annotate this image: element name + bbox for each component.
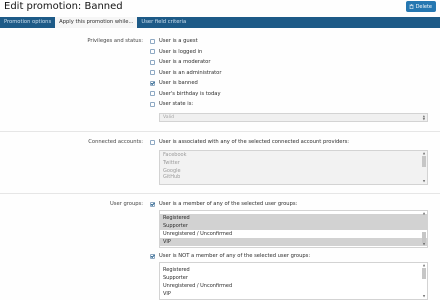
scroll-up-icon[interactable]: ▲: [422, 152, 426, 155]
administrator-checkbox[interactable]: [150, 70, 155, 75]
connected-accounts-checkbox-label: User is associated with any of the selec…: [159, 139, 350, 145]
list-item[interactable]: Google: [160, 167, 427, 175]
scroll-down-icon[interactable]: ▼: [422, 295, 426, 298]
list-item[interactable]: Twitter: [160, 159, 427, 167]
checkbox-row-user-state[interactable]: User state is:: [150, 100, 193, 108]
checkbox-row-member[interactable]: User is a member of any of the selected …: [150, 200, 297, 208]
user-state-select-value: Valid: [163, 115, 175, 120]
moderator-label: User is a moderator: [159, 59, 211, 65]
member-groups-listbox[interactable]: Registered Supporter Unregistered / Unco…: [159, 210, 428, 248]
providers-listbox[interactable]: Facebook Twitter Google GitHub ▲ ▼: [159, 150, 428, 185]
member-groups-scrollbar[interactable]: ▲ ▼: [422, 212, 426, 246]
logged-in-checkbox[interactable]: [150, 49, 155, 54]
checkbox-row-birthday[interactable]: User's birthday is today: [150, 90, 221, 98]
list-item[interactable]: Supporter: [160, 222, 427, 230]
list-item[interactable]: Supporter: [160, 274, 427, 282]
list-item[interactable]: Registered: [160, 266, 427, 274]
tab-promotion-options[interactable]: Promotion options: [0, 17, 55, 28]
checkbox-row-banned[interactable]: User is banned: [150, 79, 198, 87]
list-item[interactable]: VIP: [160, 290, 427, 298]
user-state-select[interactable]: Valid ▲ ▼: [159, 113, 428, 122]
administrator-label: User is an administrator: [159, 69, 222, 76]
list-item[interactable]: VIP: [160, 238, 427, 246]
checkbox-row-logged-in[interactable]: User is logged in: [150, 48, 202, 56]
list-item[interactable]: Unregistered / Unconfirmed: [160, 282, 427, 290]
birthday-label: User's birthday is today: [159, 90, 221, 97]
checkbox-row-guest[interactable]: User is a guest: [150, 37, 198, 45]
tab-apply-while[interactable]: Apply this promotion while...: [55, 17, 138, 28]
trash-icon: [409, 4, 414, 9]
birthday-checkbox[interactable]: [150, 91, 155, 96]
guest-checkbox[interactable]: [150, 38, 155, 44]
list-item[interactable]: GitHub: [160, 175, 427, 180]
tab-bar: Promotion options Apply this promotion w…: [0, 17, 440, 28]
scroll-up-icon[interactable]: ▲: [422, 264, 426, 267]
scroll-down-icon[interactable]: ▼: [422, 180, 426, 183]
scrollbar-thumb[interactable]: [422, 156, 426, 167]
page-header: Edit promotion: Banned Delete: [0, 0, 440, 17]
checkbox-row-moderator[interactable]: User is a moderator: [150, 58, 210, 66]
section-divider: [0, 131, 440, 132]
select-arrows-icon: ▲ ▼: [422, 113, 425, 121]
section-divider: [0, 193, 440, 194]
scrollbar-thumb[interactable]: [422, 268, 426, 279]
banned-label: User is banned: [159, 80, 198, 86]
not-member-groups-checkbox[interactable]: [150, 253, 155, 259]
connected-accounts-label: Connected accounts:: [88, 139, 143, 145]
banned-checkbox[interactable]: [150, 80, 155, 86]
providers-scrollbar[interactable]: ▲ ▼: [422, 152, 426, 183]
tab-user-field-criteria[interactable]: User field criteria: [137, 17, 190, 28]
moderator-checkbox[interactable]: [150, 59, 155, 65]
checkbox-row-administrator[interactable]: User is an administrator: [150, 69, 221, 77]
user-state-label: User state is:: [159, 101, 194, 107]
scroll-down-icon[interactable]: ▼: [422, 243, 426, 246]
guest-label: User is a guest: [159, 38, 198, 44]
checkbox-row-not-member[interactable]: User is NOT a member of any of the selec…: [150, 252, 310, 260]
logged-in-label: User is logged in: [159, 48, 203, 55]
page-title: Edit promotion: Banned: [4, 1, 123, 12]
user-state-checkbox[interactable]: [150, 101, 155, 107]
user-groups-label: User groups:: [110, 201, 143, 207]
not-member-groups-scrollbar[interactable]: ▲ ▼: [422, 264, 426, 298]
connected-accounts-checkbox[interactable]: [150, 139, 155, 145]
not-member-groups-listbox[interactable]: Registered Supporter Unregistered / Unco…: [159, 262, 428, 300]
scroll-up-icon[interactable]: ▲: [422, 212, 426, 215]
delete-button[interactable]: Delete: [405, 1, 436, 12]
not-member-groups-label: User is NOT a member of any of the selec…: [159, 253, 311, 259]
member-groups-checkbox[interactable]: [150, 201, 155, 207]
list-item[interactable]: Unregistered / Unconfirmed: [160, 230, 427, 238]
checkbox-row-connected[interactable]: User is associated with any of the selec…: [150, 138, 349, 146]
list-item[interactable]: Facebook: [160, 151, 427, 159]
form-content: Privileges and status: User is a guest U…: [0, 28, 440, 300]
delete-label: Delete: [415, 3, 432, 10]
member-groups-label: User is a member of any of the selected …: [159, 201, 298, 207]
list-item[interactable]: Registered: [160, 214, 427, 222]
privileges-label: Privileges and status:: [87, 38, 143, 44]
